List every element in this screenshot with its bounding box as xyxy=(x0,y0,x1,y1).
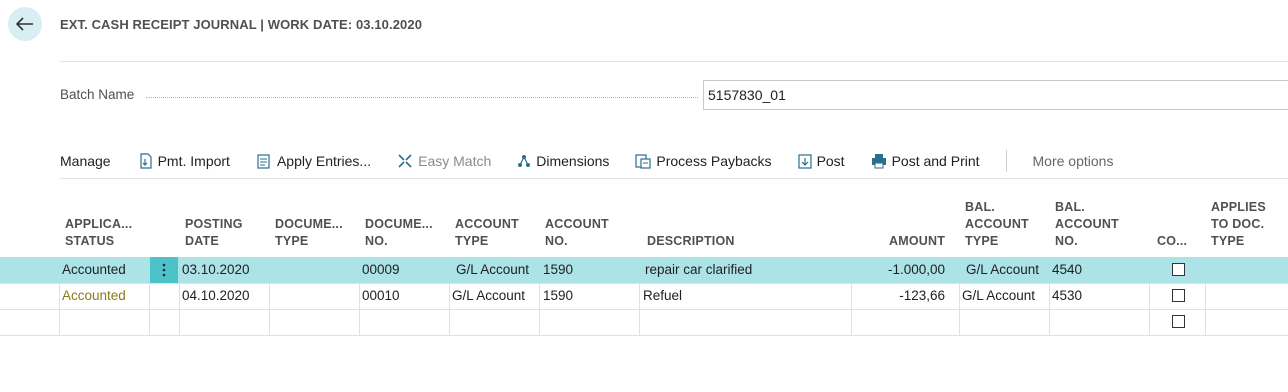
easy-match-button[interactable]: Easy Match xyxy=(397,153,491,169)
table-row[interactable]: Accounted 04.10.2020 00010 G/L Account 1… xyxy=(0,283,1288,309)
posting-date-cell[interactable]: 04.10.2020 xyxy=(182,283,250,309)
column-header-posting-date[interactable]: POSTING DATE xyxy=(185,216,243,250)
action-bar: Manage Pmt. Import Apply Entries... Easy… xyxy=(60,145,1288,177)
column-header-amount[interactable]: AMOUNT xyxy=(889,233,945,250)
column-header-account-type[interactable]: ACCOUNT TYPE xyxy=(455,216,519,250)
column-header-document-no[interactable]: DOCUME... NO. xyxy=(365,216,433,250)
amount-cell[interactable]: -123,66 xyxy=(852,283,945,309)
bal-account-type-cell[interactable]: G/L Account xyxy=(962,283,1035,309)
import-document-icon xyxy=(139,153,152,169)
dotted-leader xyxy=(146,97,698,98)
post-button[interactable]: Post xyxy=(797,153,845,169)
bal-account-type-cell[interactable]: G/L Account xyxy=(966,257,1039,283)
status-cell: Accounted xyxy=(62,288,126,303)
co-checkbox[interactable] xyxy=(1172,263,1185,276)
match-icon xyxy=(398,154,412,168)
dimensions-icon xyxy=(518,155,531,167)
batch-name-label: Batch Name xyxy=(60,87,135,102)
more-options-button[interactable]: More options xyxy=(1033,153,1114,169)
co-checkbox[interactable] xyxy=(1172,289,1185,302)
description-cell[interactable]: repair car clarified xyxy=(645,257,752,283)
column-header-co[interactable]: CO... xyxy=(1157,233,1187,250)
account-no-cell[interactable]: 1590 xyxy=(543,283,573,309)
column-header-applica-status[interactable]: APPLICA... STATUS xyxy=(65,216,132,250)
bal-account-no-cell[interactable]: 4540 xyxy=(1052,257,1082,283)
row-actions-button[interactable] xyxy=(150,257,178,283)
divider xyxy=(60,178,1288,179)
column-header-account-no[interactable]: ACCOUNT NO. xyxy=(545,216,609,250)
action-separator xyxy=(1005,150,1007,172)
column-header-document-type[interactable]: DOCUME... TYPE xyxy=(275,216,343,250)
description-cell[interactable]: Refuel xyxy=(643,283,682,309)
amount-cell[interactable]: -1.000,00 xyxy=(852,257,945,283)
column-header-bal-account-no[interactable]: BAL. ACCOUNT NO. xyxy=(1055,199,1119,250)
table-row[interactable]: Accounted 03.10.2020 00009 G/L Account 1… xyxy=(0,257,1288,283)
table-row[interactable] xyxy=(0,309,1288,335)
account-type-cell[interactable]: G/L Account xyxy=(456,257,529,283)
page-title: EXT. CASH RECEIPT JOURNAL | WORK DATE: 0… xyxy=(60,17,423,32)
account-no-cell[interactable]: 1590 xyxy=(543,257,573,283)
account-type-cell[interactable]: G/L Account xyxy=(452,283,525,309)
arrow-left-icon xyxy=(16,17,33,31)
batch-name-input[interactable]: 5157830_01 xyxy=(703,80,1288,110)
apply-entries-button[interactable]: Apply Entries... xyxy=(256,153,371,169)
post-icon xyxy=(797,154,812,169)
paybacks-icon xyxy=(635,154,651,169)
divider xyxy=(60,61,1288,62)
process-paybacks-button[interactable]: Process Paybacks xyxy=(635,153,772,169)
back-button[interactable] xyxy=(8,7,42,41)
column-header-description[interactable]: DESCRIPTION xyxy=(647,233,735,250)
apply-entries-icon xyxy=(257,154,270,169)
document-no-cell[interactable]: 00009 xyxy=(362,257,400,283)
pmt-import-button[interactable]: Pmt. Import xyxy=(139,153,230,169)
document-no-cell[interactable]: 00010 xyxy=(362,283,400,309)
dimensions-button[interactable]: Dimensions xyxy=(517,153,609,169)
more-vertical-icon xyxy=(162,263,166,277)
printer-icon xyxy=(871,154,886,169)
column-header-bal-account-type[interactable]: BAL. ACCOUNT TYPE xyxy=(965,199,1029,250)
column-header-applies-to-doc-type[interactable]: APPLIES TO DOC. TYPE xyxy=(1211,199,1266,250)
post-and-print-button[interactable]: Post and Print xyxy=(871,153,980,169)
manage-menu[interactable]: Manage xyxy=(60,153,111,169)
status-cell: Accounted xyxy=(62,262,126,277)
posting-date-cell[interactable]: 03.10.2020 xyxy=(182,257,250,283)
bal-account-no-cell[interactable]: 4530 xyxy=(1052,283,1082,309)
co-checkbox[interactable] xyxy=(1172,315,1185,328)
